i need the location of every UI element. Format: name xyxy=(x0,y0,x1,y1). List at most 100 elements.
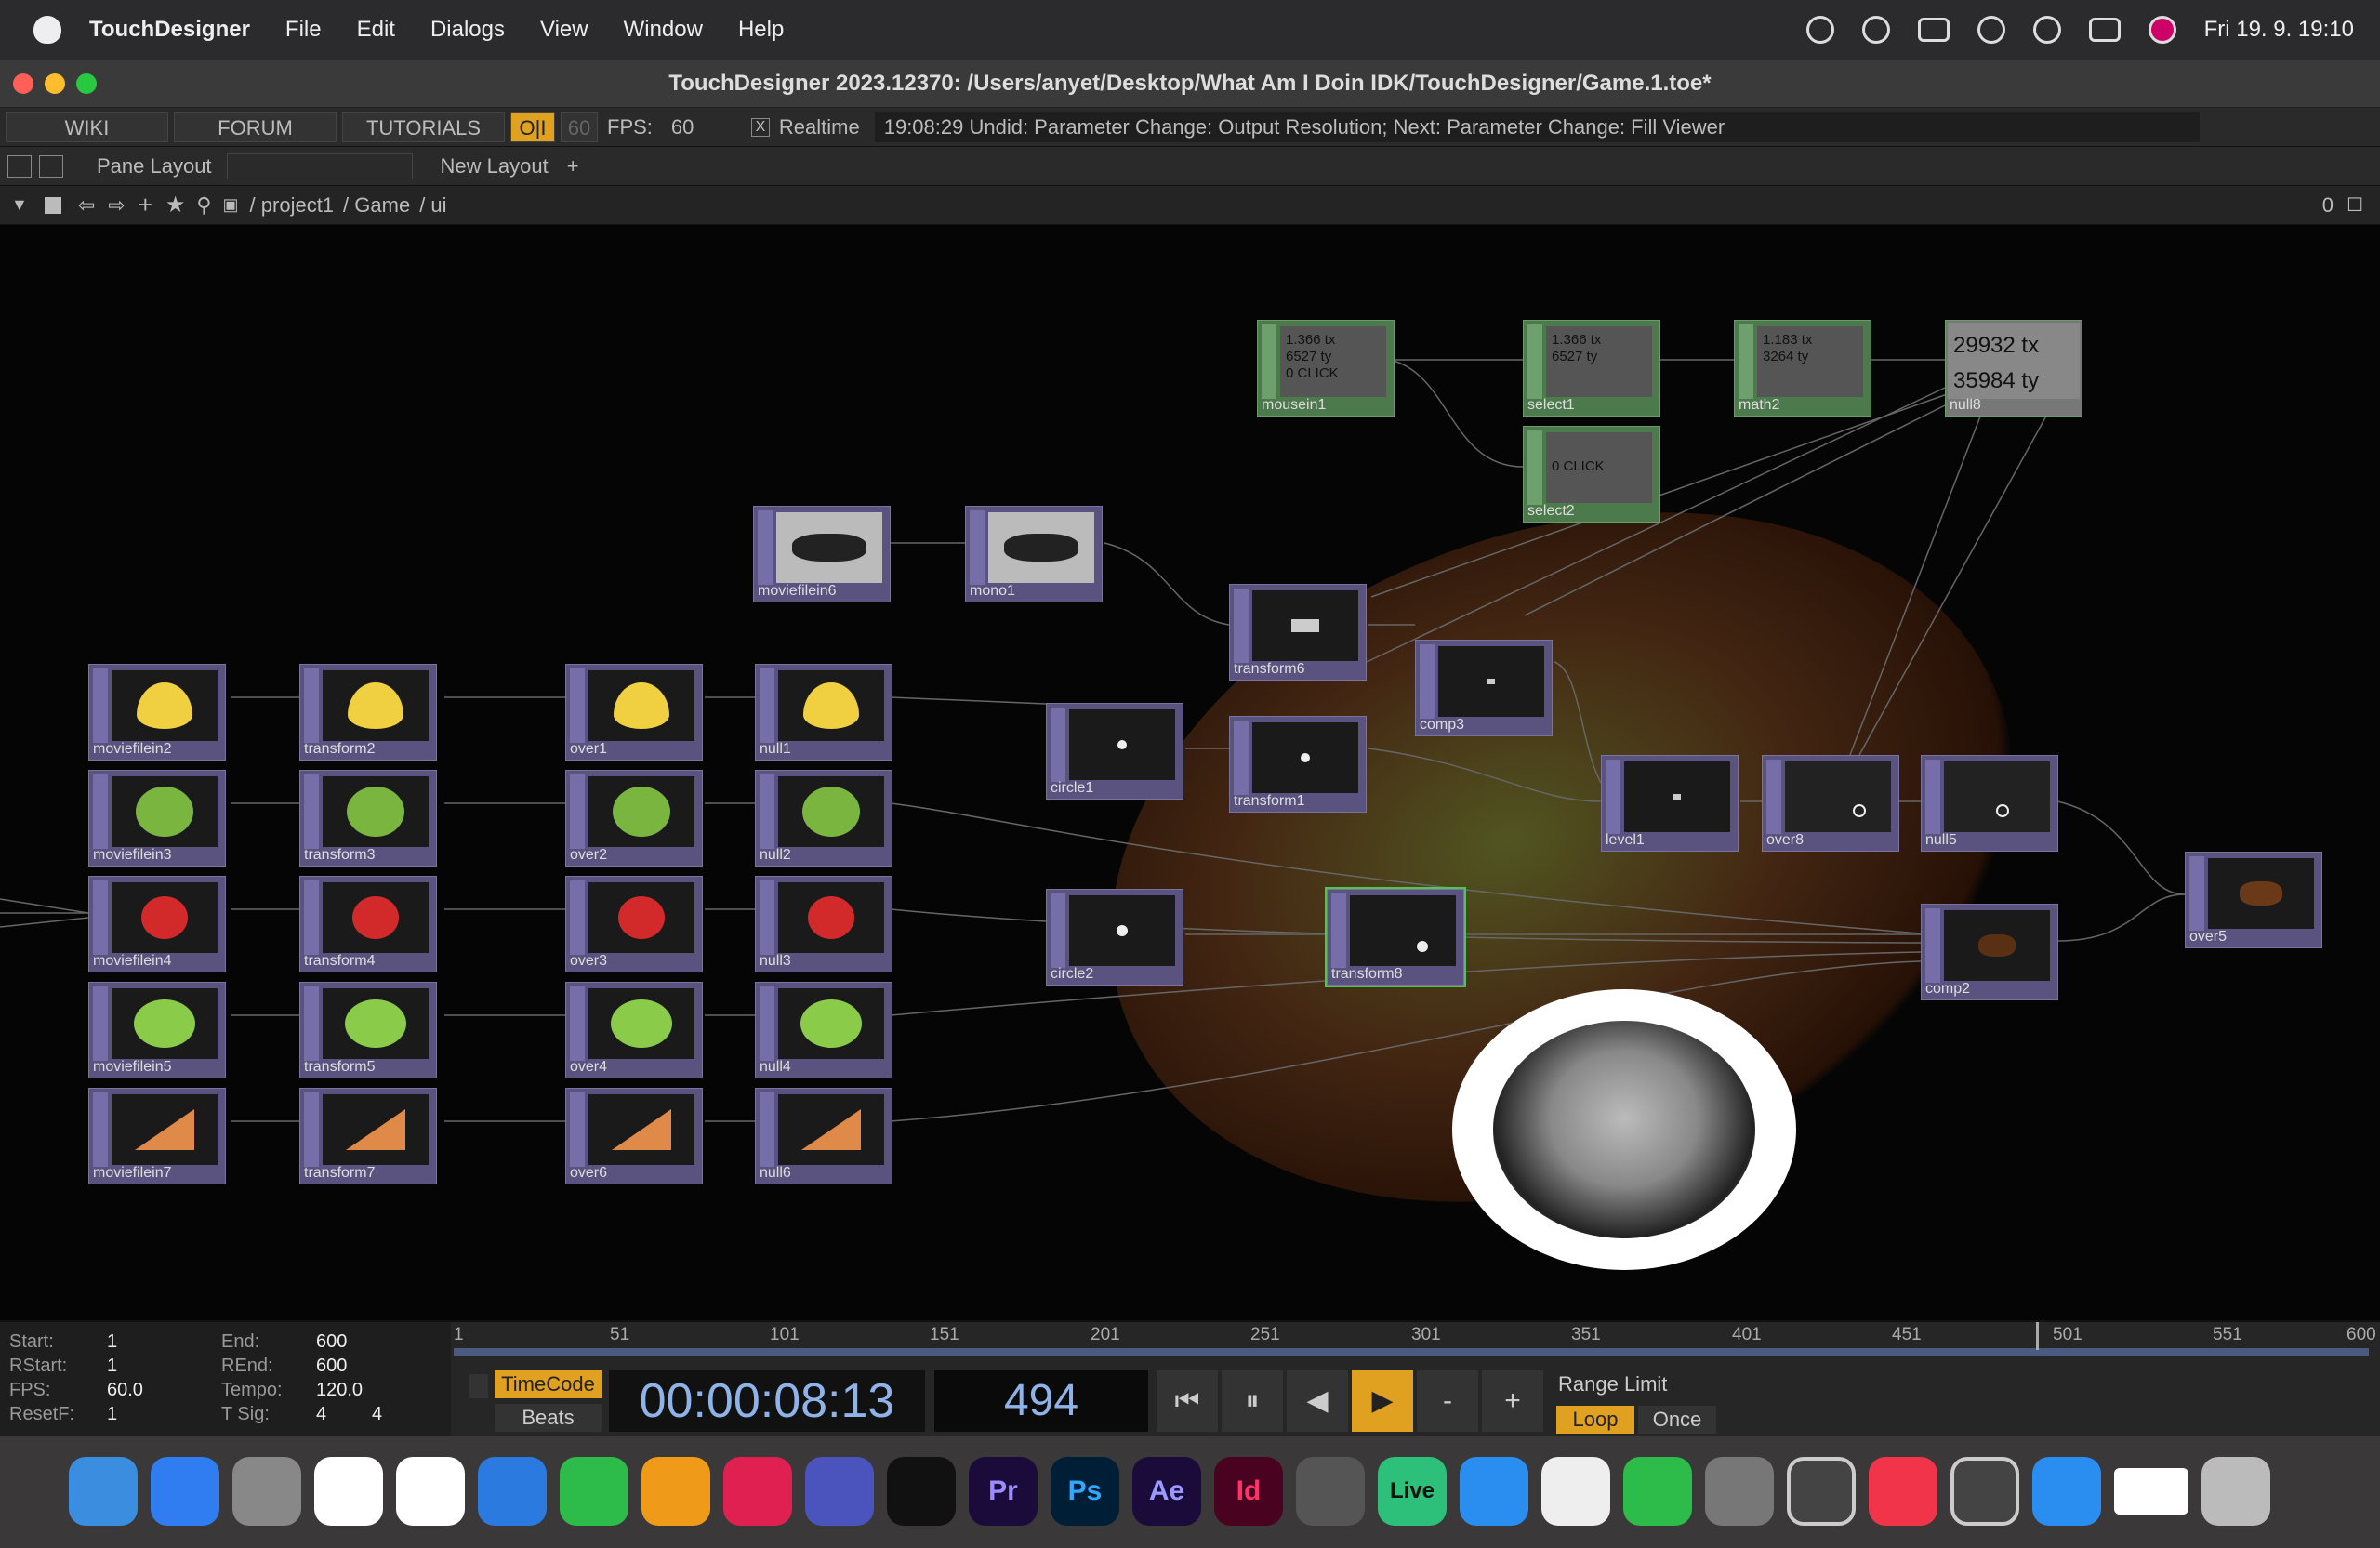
reminders-icon[interactable] xyxy=(396,1457,465,1526)
music-icon[interactable] xyxy=(1869,1457,1937,1526)
node-over4[interactable]: over4 xyxy=(565,982,703,1078)
forward-arrow-icon[interactable]: ⇨ xyxy=(108,193,125,218)
node-select1[interactable]: 1.366 tx 6527 ty select1 xyxy=(1523,320,1660,417)
system-settings-icon[interactable] xyxy=(1705,1457,1774,1526)
path-zero-field[interactable]: 0 xyxy=(2322,193,2334,218)
apple-logo-icon[interactable] xyxy=(33,16,61,44)
tempo-value[interactable]: 120.0 xyxy=(316,1380,363,1401)
node-null3[interactable]: null3 xyxy=(755,876,892,972)
node-transform5[interactable]: transform5 xyxy=(299,982,437,1078)
ableton-live-icon[interactable]: Live xyxy=(1378,1457,1447,1526)
playhead[interactable] xyxy=(2036,1322,2039,1350)
wifi-icon[interactable] xyxy=(1977,16,2005,44)
network-icon[interactable]: ▣ xyxy=(223,195,239,215)
facetime-icon[interactable] xyxy=(1623,1457,1692,1526)
creative-cloud-dock-icon[interactable] xyxy=(723,1457,792,1526)
close-window-button[interactable] xyxy=(13,73,33,94)
node-circle1[interactable]: circle1 xyxy=(1046,703,1183,800)
maximize-pane-icon[interactable]: ☐ xyxy=(2347,193,2363,217)
safari-icon[interactable] xyxy=(1460,1457,1528,1526)
tsig-value-b[interactable]: 4 xyxy=(372,1404,382,1425)
node-mousein1[interactable]: 1.366 tx 6527 ty 0 CLICK mousein1 xyxy=(1257,320,1395,417)
control-center-icon[interactable] xyxy=(2088,18,2121,42)
resetf-value[interactable]: 1 xyxy=(107,1404,117,1425)
node-over8[interactable]: over8 xyxy=(1762,755,1899,852)
fps-cap-field[interactable]: 60 xyxy=(561,112,598,142)
node-transform1[interactable]: transform1 xyxy=(1229,716,1367,813)
tutorials-button[interactable]: TUTORIALS xyxy=(342,112,505,142)
pane-layout-presets[interactable] xyxy=(226,152,413,179)
minimize-window-button[interactable] xyxy=(45,73,65,94)
battery-icon[interactable] xyxy=(1917,18,1950,42)
node-over6[interactable]: over6 xyxy=(565,1088,703,1184)
start-value[interactable]: 1 xyxy=(107,1331,117,1353)
node-moviefilein4[interactable]: moviefilein4 xyxy=(88,876,226,972)
new-layout-button[interactable]: New Layout xyxy=(441,154,549,179)
pages-icon[interactable] xyxy=(641,1457,710,1526)
node-circle2[interactable]: circle2 xyxy=(1046,889,1183,986)
home-plus-icon[interactable]: + xyxy=(139,191,152,219)
path-crumb-project[interactable]: / project1 xyxy=(250,193,335,218)
menu-edit[interactable]: Edit xyxy=(357,17,395,43)
node-transform3[interactable]: transform3 xyxy=(299,770,437,867)
beats-mode-button[interactable]: Beats xyxy=(495,1404,602,1432)
safari-web-app-icon[interactable] xyxy=(2032,1457,2101,1526)
timeline-range-bar[interactable] xyxy=(454,1348,2369,1356)
loop-button[interactable]: Loop xyxy=(1556,1406,1634,1434)
node-transform6[interactable]: transform6 xyxy=(1229,584,1367,681)
timeline-ruler[interactable]: 1 51 101 151 201 251 301 351 401 451 501… xyxy=(454,1322,2380,1356)
node-moviefilein7[interactable]: moviefilein7 xyxy=(88,1088,226,1184)
timecode-display[interactable]: 00:00:08:13 xyxy=(609,1370,925,1432)
freeform-icon[interactable] xyxy=(314,1457,383,1526)
chevron-down-icon[interactable]: ▼ xyxy=(11,195,28,215)
node-null4[interactable]: null4 xyxy=(755,982,892,1078)
photoshop-icon[interactable]: Ps xyxy=(1051,1457,1119,1526)
path-crumb-ui[interactable]: / ui xyxy=(419,193,446,218)
photos-icon[interactable] xyxy=(1541,1457,1610,1526)
pause-button[interactable]: ⏸ xyxy=(1222,1370,1283,1432)
search-icon[interactable]: ⚲ xyxy=(196,193,211,218)
touchdesigner-icon[interactable] xyxy=(1787,1457,1856,1526)
finder-icon[interactable] xyxy=(69,1457,138,1526)
teams-icon[interactable] xyxy=(805,1457,874,1526)
play-button[interactable]: ▶ xyxy=(1352,1370,1413,1432)
node-mono1[interactable]: mono1 xyxy=(965,506,1103,602)
step-back-button[interactable]: ◀ xyxy=(1287,1370,1348,1432)
zoom-window-button[interactable] xyxy=(76,73,97,94)
realtime-checkbox[interactable]: X xyxy=(750,117,770,137)
rend-value[interactable]: 600 xyxy=(316,1356,347,1377)
node-moviefilein3[interactable]: moviefilein3 xyxy=(88,770,226,867)
toggle-icon[interactable] xyxy=(469,1374,488,1398)
node-moviefilein5[interactable]: moviefilein5 xyxy=(88,982,226,1078)
node-null5[interactable]: null5 xyxy=(1921,755,2058,852)
node-level1[interactable]: level1 xyxy=(1601,755,1739,852)
star-icon[interactable]: ★ xyxy=(165,192,186,218)
keynote-icon[interactable] xyxy=(478,1457,547,1526)
node-null8[interactable]: 29932 tx 35984 ty null8 xyxy=(1945,320,2082,417)
play-status-icon[interactable] xyxy=(1861,16,1890,44)
fps-value[interactable]: 60.0 xyxy=(107,1380,143,1401)
rstart-value[interactable]: 1 xyxy=(107,1356,117,1377)
once-button[interactable]: Once xyxy=(1638,1406,1716,1434)
window-thumbnail-icon[interactable] xyxy=(2114,1468,2188,1515)
menu-file[interactable]: File xyxy=(285,17,322,43)
add-layout-button[interactable]: + xyxy=(567,154,579,179)
frame-display[interactable]: 494 xyxy=(934,1370,1148,1432)
node-over1[interactable]: over1 xyxy=(565,664,703,761)
pane-split-icon[interactable] xyxy=(39,154,63,178)
node-transform8[interactable]: transform8 xyxy=(1325,887,1466,987)
node-over3[interactable]: over3 xyxy=(565,876,703,972)
step-plus-button[interactable]: + xyxy=(1482,1370,1543,1432)
node-moviefilein6[interactable]: moviefilein6 xyxy=(753,506,891,602)
touchdesigner-icon[interactable] xyxy=(1950,1457,2019,1526)
node-math2[interactable]: 1.183 tx 3264 ty math2 xyxy=(1734,320,1871,417)
wiki-button[interactable]: WIKI xyxy=(6,112,168,142)
rewind-button[interactable]: ⏮ xyxy=(1157,1370,1218,1432)
node-over5[interactable]: over5 xyxy=(2185,852,2322,948)
creative-cloud-icon[interactable] xyxy=(1805,16,1834,44)
node-null1[interactable]: null1 xyxy=(755,664,892,761)
perform-mode-button[interactable]: O|I xyxy=(510,112,555,142)
after-effects-icon[interactable]: Ae xyxy=(1132,1457,1201,1526)
forum-button[interactable]: FORUM xyxy=(174,112,337,142)
launchpad-icon[interactable] xyxy=(232,1457,301,1526)
